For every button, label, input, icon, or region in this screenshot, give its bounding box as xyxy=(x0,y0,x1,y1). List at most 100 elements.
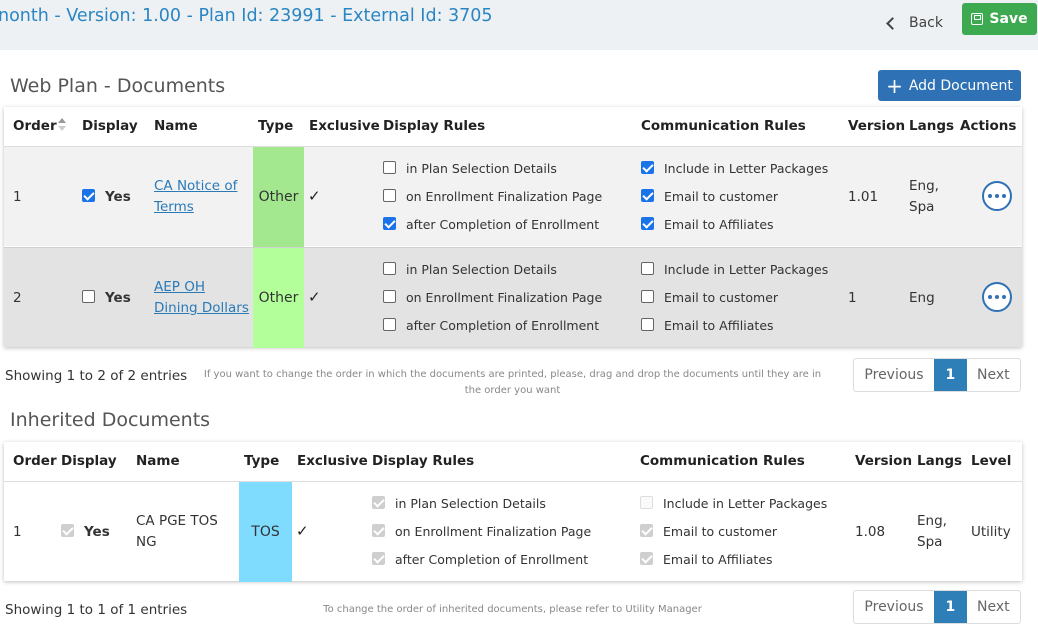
langs-value: Eng, xyxy=(917,513,947,529)
table-row[interactable]: 1 Yes CA Notice of Terms Other ✓ in Plan… xyxy=(4,146,1022,247)
table-row[interactable]: 2 Yes AEP OH Dining Dollars Other ✓ in P… xyxy=(4,247,1022,348)
rule-label: after Completion of Enrollment xyxy=(406,217,600,232)
comm-label: Email to customer xyxy=(664,189,779,204)
rule-checkbox-plan-selection xyxy=(372,496,385,509)
exclusive-check-icon: ✓ xyxy=(296,522,309,540)
type-badge: TOS xyxy=(239,482,292,582)
comm-checkbox-letter-packages[interactable] xyxy=(641,262,654,275)
comm-checkbox-email-customer[interactable] xyxy=(641,290,654,303)
comm-label: Include in Letter Packages xyxy=(664,161,829,176)
next-page-button[interactable]: Next xyxy=(967,591,1020,623)
web-plan-table: Order Display Name Type Exclusive Displa… xyxy=(4,107,1022,348)
add-document-button[interactable]: + Add Document xyxy=(878,70,1021,101)
rule-label: in Plan Selection Details xyxy=(406,161,557,176)
chevron-left-icon xyxy=(886,16,899,30)
col-exclusive: Exclusive xyxy=(309,118,380,134)
col-version: Version xyxy=(855,453,913,469)
table-row: 1 Yes CA PGE TOS NG TOS ✓ in Plan Select… xyxy=(4,481,1022,582)
page-1-button[interactable]: 1 xyxy=(934,591,967,623)
rule-label: after Completion of Enrollment xyxy=(406,318,600,333)
comm-label: Include in Letter Packages xyxy=(664,262,829,277)
comm-checkbox-email-customer[interactable] xyxy=(641,189,654,202)
rule-label: in Plan Selection Details xyxy=(406,262,557,277)
display-checkbox[interactable] xyxy=(82,189,95,202)
version-value: 1 xyxy=(848,290,857,306)
type-badge: Other xyxy=(253,248,304,348)
save-label: Save xyxy=(989,11,1028,27)
comm-label: Email to Affiliates xyxy=(663,552,773,567)
previous-page-button[interactable]: Previous xyxy=(854,591,934,623)
back-label: Back xyxy=(909,15,943,31)
comm-checkbox-letter-packages[interactable] xyxy=(641,161,654,174)
inherited-table: Order Display Name Type Exclusive Displa… xyxy=(4,442,1022,582)
display-checkbox[interactable] xyxy=(82,290,95,303)
langs-value: Eng, xyxy=(909,178,939,194)
pagination: Previous 1 Next xyxy=(853,358,1021,392)
comm-label: Email to Affiliates xyxy=(664,217,774,232)
inherited-order-note: To change the order of inherited documen… xyxy=(323,604,702,615)
exclusive-check-icon: ✓ xyxy=(308,187,321,205)
plus-icon: + xyxy=(886,73,903,98)
display-label: Yes xyxy=(105,290,131,306)
comm-checkbox-email-customer xyxy=(640,524,653,537)
col-display-rules: Display Rules xyxy=(372,453,475,469)
comm-checkbox-email-affiliates[interactable] xyxy=(641,217,654,230)
inherited-section-title: Inherited Documents xyxy=(10,409,211,431)
add-document-label: Add Document xyxy=(908,77,1013,94)
langs-value-line2: Spa xyxy=(917,534,943,550)
exclusive-check-icon: ✓ xyxy=(308,288,321,306)
comm-label: Email to Affiliates xyxy=(664,318,774,333)
page-1-button[interactable]: 1 xyxy=(934,359,967,391)
document-name-line2: NG xyxy=(136,534,157,550)
rule-checkbox-completion[interactable] xyxy=(383,217,396,230)
comm-checkbox-email-affiliates[interactable] xyxy=(641,318,654,331)
col-langs: Langs xyxy=(917,453,963,469)
rule-checkbox-enrollment-finalization[interactable] xyxy=(383,189,396,202)
back-button[interactable]: Back xyxy=(884,10,943,36)
sort-icon[interactable] xyxy=(58,118,66,132)
comm-checkbox-letter-packages xyxy=(640,496,653,509)
comm-label: Email to customer xyxy=(663,524,778,539)
pagination: Previous 1 Next xyxy=(853,590,1021,624)
rule-checkbox-plan-selection[interactable] xyxy=(383,161,396,174)
rule-checkbox-plan-selection[interactable] xyxy=(383,262,396,275)
row-order: 2 xyxy=(13,290,22,306)
rule-checkbox-enrollment-finalization[interactable] xyxy=(383,290,396,303)
document-name-link[interactable]: AEP OH xyxy=(154,279,205,295)
document-name-link-line2[interactable]: Dining Dollars xyxy=(154,300,249,316)
col-display: Display xyxy=(82,118,138,134)
ellipsis-icon[interactable] xyxy=(982,181,1012,211)
col-display: Display xyxy=(61,453,117,469)
col-type: Type xyxy=(258,118,294,134)
langs-value: Eng xyxy=(909,290,935,306)
rule-label: on Enrollment Finalization Page xyxy=(406,189,603,204)
comm-label: Include in Letter Packages xyxy=(663,496,828,511)
next-page-button[interactable]: Next xyxy=(967,359,1020,391)
rule-checkbox-completion[interactable] xyxy=(383,318,396,331)
entries-info: Showing 1 to 2 of 2 entries xyxy=(5,368,188,384)
col-name: Name xyxy=(154,118,198,134)
document-name-link[interactable]: CA Notice of xyxy=(154,178,237,194)
col-display-rules: Display Rules xyxy=(383,118,486,134)
rule-checkbox-completion xyxy=(372,552,385,565)
col-version: Version xyxy=(848,118,906,134)
col-type: Type xyxy=(244,453,280,469)
type-badge: Other xyxy=(253,147,304,247)
ellipsis-icon[interactable] xyxy=(982,282,1012,312)
rule-label: on Enrollment Finalization Page xyxy=(395,524,592,539)
document-name-link-line2[interactable]: Terms xyxy=(154,199,194,215)
top-bar: nonth - Version: 1.00 - Plan Id: 23991 -… xyxy=(0,0,1038,50)
save-button[interactable]: Save xyxy=(962,3,1037,35)
comm-label: Email to customer xyxy=(664,290,779,305)
document-name: CA PGE TOS xyxy=(136,513,218,529)
col-langs: Langs xyxy=(909,118,955,134)
previous-page-button[interactable]: Previous xyxy=(854,359,934,391)
langs-value-line2: Spa xyxy=(909,199,935,215)
page-title: nonth - Version: 1.00 - Plan Id: 23991 -… xyxy=(0,6,493,26)
version-value: 1.01 xyxy=(848,189,879,205)
col-order[interactable]: Order xyxy=(13,118,57,134)
col-level: Level xyxy=(971,453,1012,469)
row-order: 1 xyxy=(13,189,22,205)
display-label: Yes xyxy=(84,524,110,540)
row-order: 1 xyxy=(13,524,22,540)
